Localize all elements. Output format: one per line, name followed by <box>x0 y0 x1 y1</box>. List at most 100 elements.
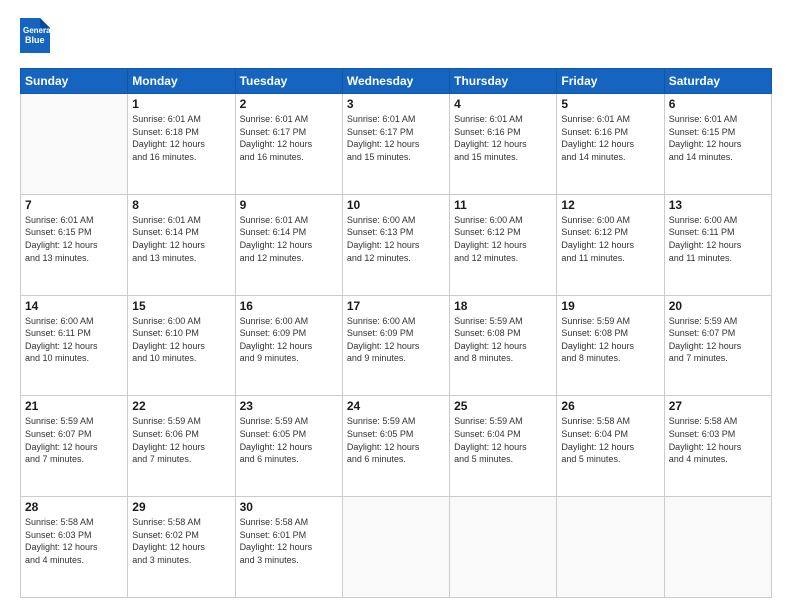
day-number: 26 <box>561 399 659 413</box>
calendar-week-row: 21 Sunrise: 5:59 AM Sunset: 6:07 PM Dayli… <box>21 396 772 497</box>
day-info: Sunrise: 6:01 AM Sunset: 6:17 PM Dayligh… <box>240 113 338 163</box>
calendar-cell <box>342 497 449 598</box>
page: General Blue SundayMondayTuesdayWednesda… <box>0 0 792 612</box>
calendar-cell: 14 Sunrise: 6:00 AM Sunset: 6:11 PM Dayli… <box>21 295 128 396</box>
day-info: Sunrise: 5:58 AM Sunset: 6:04 PM Dayligh… <box>561 415 659 465</box>
day-info: Sunrise: 5:58 AM Sunset: 6:03 PM Dayligh… <box>25 516 123 566</box>
calendar-week-row: 7 Sunrise: 6:01 AM Sunset: 6:15 PM Daylig… <box>21 194 772 295</box>
weekday-header: Friday <box>557 69 664 94</box>
calendar-cell: 20Sunrise: 5:59 AM Sunset: 6:07 PM Dayli… <box>664 295 771 396</box>
logo: General Blue <box>20 18 50 58</box>
calendar-cell: 24Sunrise: 5:59 AM Sunset: 6:05 PM Dayli… <box>342 396 449 497</box>
weekday-header: Monday <box>128 69 235 94</box>
day-number: 2 <box>240 97 338 111</box>
day-number: 12 <box>561 198 659 212</box>
day-info: Sunrise: 6:01 AM Sunset: 6:18 PM Dayligh… <box>132 113 230 163</box>
calendar-header-row: SundayMondayTuesdayWednesdayThursdayFrid… <box>21 69 772 94</box>
calendar-cell: 8 Sunrise: 6:01 AM Sunset: 6:14 PM Daylig… <box>128 194 235 295</box>
header: General Blue <box>20 18 772 58</box>
calendar-cell: 22 Sunrise: 5:59 AM Sunset: 6:06 PM Dayli… <box>128 396 235 497</box>
day-number: 13 <box>669 198 767 212</box>
day-info: Sunrise: 6:01 AM Sunset: 6:16 PM Dayligh… <box>561 113 659 163</box>
calendar-cell: 12 Sunrise: 6:00 AM Sunset: 6:12 PM Dayli… <box>557 194 664 295</box>
calendar-cell: 17 Sunrise: 6:00 AM Sunset: 6:09 PM Dayli… <box>342 295 449 396</box>
day-number: 29 <box>132 500 230 514</box>
day-number: 10 <box>347 198 445 212</box>
calendar-cell: 4 Sunrise: 6:01 AM Sunset: 6:16 PM Daylig… <box>450 94 557 195</box>
calendar-cell: 13Sunrise: 6:00 AM Sunset: 6:11 PM Dayli… <box>664 194 771 295</box>
day-number: 19 <box>561 299 659 313</box>
logo-icon: General Blue <box>20 18 50 53</box>
weekday-header: Thursday <box>450 69 557 94</box>
day-info: Sunrise: 5:59 AM Sunset: 6:05 PM Dayligh… <box>240 415 338 465</box>
day-info: Sunrise: 6:01 AM Sunset: 6:15 PM Dayligh… <box>25 214 123 264</box>
day-info: Sunrise: 5:59 AM Sunset: 6:07 PM Dayligh… <box>669 315 767 365</box>
weekday-header: Wednesday <box>342 69 449 94</box>
day-info: Sunrise: 6:01 AM Sunset: 6:14 PM Dayligh… <box>132 214 230 264</box>
day-info: Sunrise: 5:59 AM Sunset: 6:07 PM Dayligh… <box>25 415 123 465</box>
day-number: 11 <box>454 198 552 212</box>
calendar-week-row: 1 Sunrise: 6:01 AM Sunset: 6:18 PM Daylig… <box>21 94 772 195</box>
weekday-header: Sunday <box>21 69 128 94</box>
calendar-cell: 10Sunrise: 6:00 AM Sunset: 6:13 PM Dayli… <box>342 194 449 295</box>
calendar-cell: 16Sunrise: 6:00 AM Sunset: 6:09 PM Dayli… <box>235 295 342 396</box>
day-number: 7 <box>25 198 123 212</box>
day-number: 3 <box>347 97 445 111</box>
calendar-cell: 5 Sunrise: 6:01 AM Sunset: 6:16 PM Daylig… <box>557 94 664 195</box>
day-number: 23 <box>240 399 338 413</box>
day-info: Sunrise: 5:58 AM Sunset: 6:03 PM Dayligh… <box>669 415 767 465</box>
day-number: 8 <box>132 198 230 212</box>
day-number: 9 <box>240 198 338 212</box>
day-number: 24 <box>347 399 445 413</box>
day-info: Sunrise: 6:00 AM Sunset: 6:12 PM Dayligh… <box>454 214 552 264</box>
day-number: 15 <box>132 299 230 313</box>
day-number: 5 <box>561 97 659 111</box>
day-info: Sunrise: 5:59 AM Sunset: 6:06 PM Dayligh… <box>132 415 230 465</box>
weekday-header: Tuesday <box>235 69 342 94</box>
day-info: Sunrise: 6:00 AM Sunset: 6:10 PM Dayligh… <box>132 315 230 365</box>
day-number: 22 <box>132 399 230 413</box>
calendar-cell: 28 Sunrise: 5:58 AM Sunset: 6:03 PM Dayli… <box>21 497 128 598</box>
calendar-cell: 3 Sunrise: 6:01 AM Sunset: 6:17 PM Daylig… <box>342 94 449 195</box>
weekday-header: Saturday <box>664 69 771 94</box>
calendar-week-row: 28 Sunrise: 5:58 AM Sunset: 6:03 PM Dayli… <box>21 497 772 598</box>
calendar-cell <box>450 497 557 598</box>
day-number: 17 <box>347 299 445 313</box>
calendar-cell <box>664 497 771 598</box>
day-info: Sunrise: 6:01 AM Sunset: 6:15 PM Dayligh… <box>669 113 767 163</box>
day-number: 30 <box>240 500 338 514</box>
day-number: 16 <box>240 299 338 313</box>
day-number: 21 <box>25 399 123 413</box>
calendar-cell: 25Sunrise: 5:59 AM Sunset: 6:04 PM Dayli… <box>450 396 557 497</box>
day-number: 14 <box>25 299 123 313</box>
day-info: Sunrise: 6:00 AM Sunset: 6:11 PM Dayligh… <box>25 315 123 365</box>
day-info: Sunrise: 5:59 AM Sunset: 6:08 PM Dayligh… <box>454 315 552 365</box>
day-info: Sunrise: 6:01 AM Sunset: 6:14 PM Dayligh… <box>240 214 338 264</box>
calendar-week-row: 14 Sunrise: 6:00 AM Sunset: 6:11 PM Dayli… <box>21 295 772 396</box>
calendar-cell: 11 Sunrise: 6:00 AM Sunset: 6:12 PM Dayli… <box>450 194 557 295</box>
calendar-cell <box>21 94 128 195</box>
day-number: 6 <box>669 97 767 111</box>
day-number: 4 <box>454 97 552 111</box>
day-info: Sunrise: 6:00 AM Sunset: 6:09 PM Dayligh… <box>347 315 445 365</box>
day-info: Sunrise: 5:58 AM Sunset: 6:01 PM Dayligh… <box>240 516 338 566</box>
day-info: Sunrise: 5:58 AM Sunset: 6:02 PM Dayligh… <box>132 516 230 566</box>
calendar-cell: 18 Sunrise: 5:59 AM Sunset: 6:08 PM Dayli… <box>450 295 557 396</box>
calendar-cell: 9 Sunrise: 6:01 AM Sunset: 6:14 PM Daylig… <box>235 194 342 295</box>
calendar-table: SundayMondayTuesdayWednesdayThursdayFrid… <box>20 68 772 598</box>
day-info: Sunrise: 6:00 AM Sunset: 6:12 PM Dayligh… <box>561 214 659 264</box>
day-number: 28 <box>25 500 123 514</box>
calendar-cell <box>557 497 664 598</box>
day-number: 18 <box>454 299 552 313</box>
day-info: Sunrise: 6:01 AM Sunset: 6:16 PM Dayligh… <box>454 113 552 163</box>
day-info: Sunrise: 6:01 AM Sunset: 6:17 PM Dayligh… <box>347 113 445 163</box>
day-number: 27 <box>669 399 767 413</box>
day-number: 1 <box>132 97 230 111</box>
calendar-cell: 29 Sunrise: 5:58 AM Sunset: 6:02 PM Dayli… <box>128 497 235 598</box>
calendar-cell: 26 Sunrise: 5:58 AM Sunset: 6:04 PM Dayli… <box>557 396 664 497</box>
svg-text:General: General <box>23 26 50 35</box>
calendar-cell: 23 Sunrise: 5:59 AM Sunset: 6:05 PM Dayli… <box>235 396 342 497</box>
calendar-cell: 21 Sunrise: 5:59 AM Sunset: 6:07 PM Dayli… <box>21 396 128 497</box>
calendar-cell: 1 Sunrise: 6:01 AM Sunset: 6:18 PM Daylig… <box>128 94 235 195</box>
day-number: 25 <box>454 399 552 413</box>
